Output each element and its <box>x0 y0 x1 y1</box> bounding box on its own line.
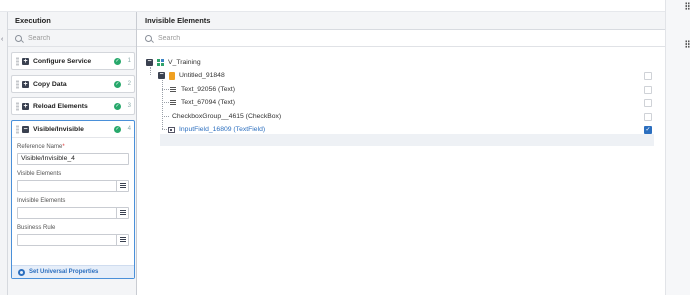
drag-handle-icon[interactable] <box>16 124 19 134</box>
collapse-icon[interactable]: − <box>146 58 153 66</box>
expand-icon[interactable]: + <box>22 80 29 88</box>
check-circle-icon: ✓ <box>114 57 121 65</box>
set-universal-properties-label: Set Universal Properties <box>29 269 99 275</box>
execution-panel: Execution + Configure Service ✓ 1 + Copy… <box>8 12 137 295</box>
visible-elements-label: Visible Elements <box>17 171 62 177</box>
tree-item[interactable]: Text_67094 (Text) <box>170 96 235 109</box>
step-number: 4 <box>127 126 131 132</box>
drag-handle-icon[interactable] <box>16 56 19 66</box>
step-label: Configure Service <box>33 57 92 65</box>
list-icon[interactable] <box>116 181 128 191</box>
gear-icon <box>18 268 25 276</box>
checkbox-untitled[interactable] <box>644 72 652 80</box>
invisible-elements-search-input[interactable] <box>158 34 626 42</box>
collapsed-side-strip[interactable]: ‹ <box>0 12 8 295</box>
tree-node-root[interactable]: − V_Training <box>146 56 201 69</box>
checkbox-text-67094[interactable] <box>644 99 652 107</box>
reference-name-label: Reference Name* <box>17 144 134 151</box>
list-icon[interactable] <box>116 235 128 245</box>
drag-handle-icon[interactable] <box>16 79 19 89</box>
expand-icon[interactable]: + <box>22 57 29 65</box>
text-icon <box>170 100 176 105</box>
reference-name-label-text: Reference Name <box>17 144 63 150</box>
tree-item[interactable]: Text_92056 (Text) <box>170 83 235 96</box>
step-number: 1 <box>127 58 131 64</box>
invisible-elements-label: Invisible Elements <box>17 198 66 204</box>
check-circle-icon: ✓ <box>114 80 121 88</box>
step-number: 3 <box>127 103 131 109</box>
execution-title: Execution <box>8 12 136 30</box>
invisible-elements-panel: Invisible Elements <box>137 12 665 295</box>
set-universal-properties-button[interactable]: Set Universal Properties <box>12 265 134 278</box>
file-icon <box>169 71 175 80</box>
visible-elements-field[interactable] <box>17 180 129 192</box>
tree-node-label: V_Training <box>168 59 201 66</box>
step-label: Copy Data <box>33 80 67 88</box>
tree-connector <box>162 116 169 117</box>
text-icon <box>170 87 176 92</box>
drag-handle-icon[interactable] <box>685 2 690 10</box>
business-rule-field[interactable] <box>17 234 129 246</box>
collapse-handle-icon[interactable]: ‹ <box>1 36 3 43</box>
required-marker: * <box>62 144 65 150</box>
tree-item-selected[interactable]: InputField_16809 (TextField) <box>168 123 265 136</box>
checkbox-checkboxgroup[interactable] <box>644 113 652 121</box>
tree-item-label: Text_92056 (Text) <box>181 86 236 93</box>
check-circle-icon: ✓ <box>114 125 121 133</box>
checkbox-text-92056[interactable] <box>644 86 652 94</box>
tree-node-untitled[interactable]: − Untitled_91848 <box>158 69 225 82</box>
reference-name-field[interactable]: Visible/Invisible_4 <box>17 153 129 165</box>
step-configure-service[interactable]: + Configure Service ✓ 1 <box>11 52 135 70</box>
search-icon <box>15 34 22 42</box>
tree-item[interactable]: CheckboxGroup__4615 (CheckBox) <box>172 110 281 123</box>
search-icon <box>145 34 152 42</box>
invisible-elements-field[interactable] <box>17 207 129 219</box>
step-visible-invisible-header[interactable]: − Visible/Invisible ✓ 4 <box>12 121 134 138</box>
tree-item-label: Text_67094 (Text) <box>181 99 236 106</box>
list-icon[interactable] <box>116 208 128 218</box>
step-number: 2 <box>127 81 131 87</box>
step-label: Visible/Invisible <box>33 125 84 133</box>
step-visible-invisible-card: − Visible/Invisible ✓ 4 Reference Name* … <box>11 120 135 279</box>
collapse-icon[interactable]: − <box>158 71 165 79</box>
tree-connector <box>162 80 163 129</box>
step-reload-elements[interactable]: + Reload Elements ✓ 3 <box>11 97 135 115</box>
drag-handle-icon[interactable] <box>685 40 690 48</box>
tree-connector <box>162 102 169 103</box>
tree-node-label: Untitled_91848 <box>179 72 225 79</box>
collapse-icon[interactable]: − <box>22 125 29 133</box>
execution-search[interactable] <box>8 30 136 47</box>
checkbox-inputfield[interactable]: ✓ <box>644 126 652 134</box>
drag-handle-icon[interactable] <box>16 101 19 111</box>
right-gutter <box>665 0 690 295</box>
execution-search-input[interactable] <box>27 34 136 42</box>
business-rule-label: Business Rule <box>17 225 56 231</box>
tree-connector <box>162 89 169 90</box>
textfield-icon <box>168 126 175 133</box>
step-label: Reload Elements <box>33 102 88 110</box>
step-copy-data[interactable]: + Copy Data ✓ 2 <box>11 75 135 93</box>
invisible-elements-title: Invisible Elements <box>137 12 665 30</box>
form-grid-icon <box>157 59 164 66</box>
tree-item-label: InputField_16809 (TextField) <box>179 126 266 133</box>
check-circle-icon: ✓ <box>114 102 121 110</box>
invisible-elements-search[interactable] <box>137 30 665 47</box>
expand-icon[interactable]: + <box>22 102 29 110</box>
tree-item-label: CheckboxGroup__4615 (CheckBox) <box>172 113 282 120</box>
